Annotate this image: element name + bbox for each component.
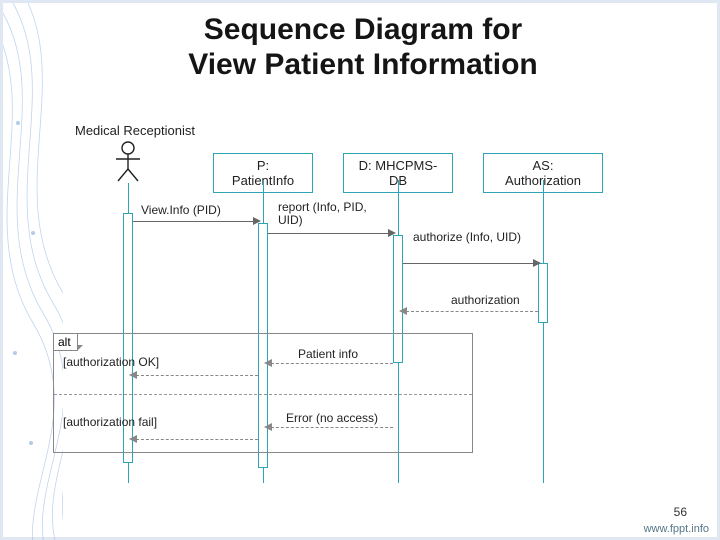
alt-tag: alt (54, 334, 78, 351)
footer-url: www.fppt.info (644, 523, 709, 535)
title-line-2: View Patient Information (188, 48, 538, 81)
arrowhead-error-a (264, 423, 272, 431)
arrowhead-authorize (533, 259, 541, 267)
guard-ok: [authorization OK] (63, 355, 159, 369)
arrowhead-patient-info-a (264, 359, 272, 367)
arrow-patient-info-a (271, 363, 393, 364)
arrow-error-b (136, 439, 258, 440)
arrow-error-a (271, 427, 393, 428)
arrow-authorize (403, 263, 535, 264)
arrow-patient-info-b (136, 375, 258, 376)
slide-title: Sequence Diagram for View Patient Inform… (3, 13, 720, 82)
sequence-diagram: Medical Receptionist P: PatientInfo D: M… (93, 123, 653, 483)
arrow-auth-return (406, 311, 538, 312)
msg-report: report (Info, PID, UID) (278, 201, 388, 227)
guard-fail: [authorization fail] (63, 415, 157, 429)
page-number: 56 (674, 505, 687, 519)
arrowhead-patient-info-b (129, 371, 137, 379)
decorative-swirl (3, 3, 63, 540)
activation-as (538, 263, 548, 323)
msg-patient-info-a: Patient info (298, 347, 358, 361)
slide: Sequence Diagram for View Patient Inform… (0, 0, 720, 540)
arrowhead-error-b (129, 435, 137, 443)
title-line-1: Sequence Diagram for (204, 13, 522, 46)
lifeline-as (543, 180, 544, 483)
msg-error-a: Error (no access) (286, 411, 378, 425)
alt-frame: alt (53, 333, 473, 453)
arrowhead-report (388, 229, 396, 237)
arrowhead-view (253, 217, 261, 225)
arrow-view (133, 221, 255, 222)
msg-auth-return: authorization (451, 293, 520, 307)
arrowhead-auth-return (399, 307, 407, 315)
actor-icon (113, 141, 143, 183)
msg-view: View.Info (PID) (141, 203, 221, 217)
msg-authorize: authorize (Info, UID) (413, 231, 533, 244)
arrow-report (268, 233, 390, 234)
alt-divider (54, 394, 472, 395)
actor-label: Medical Receptionist (75, 123, 195, 138)
